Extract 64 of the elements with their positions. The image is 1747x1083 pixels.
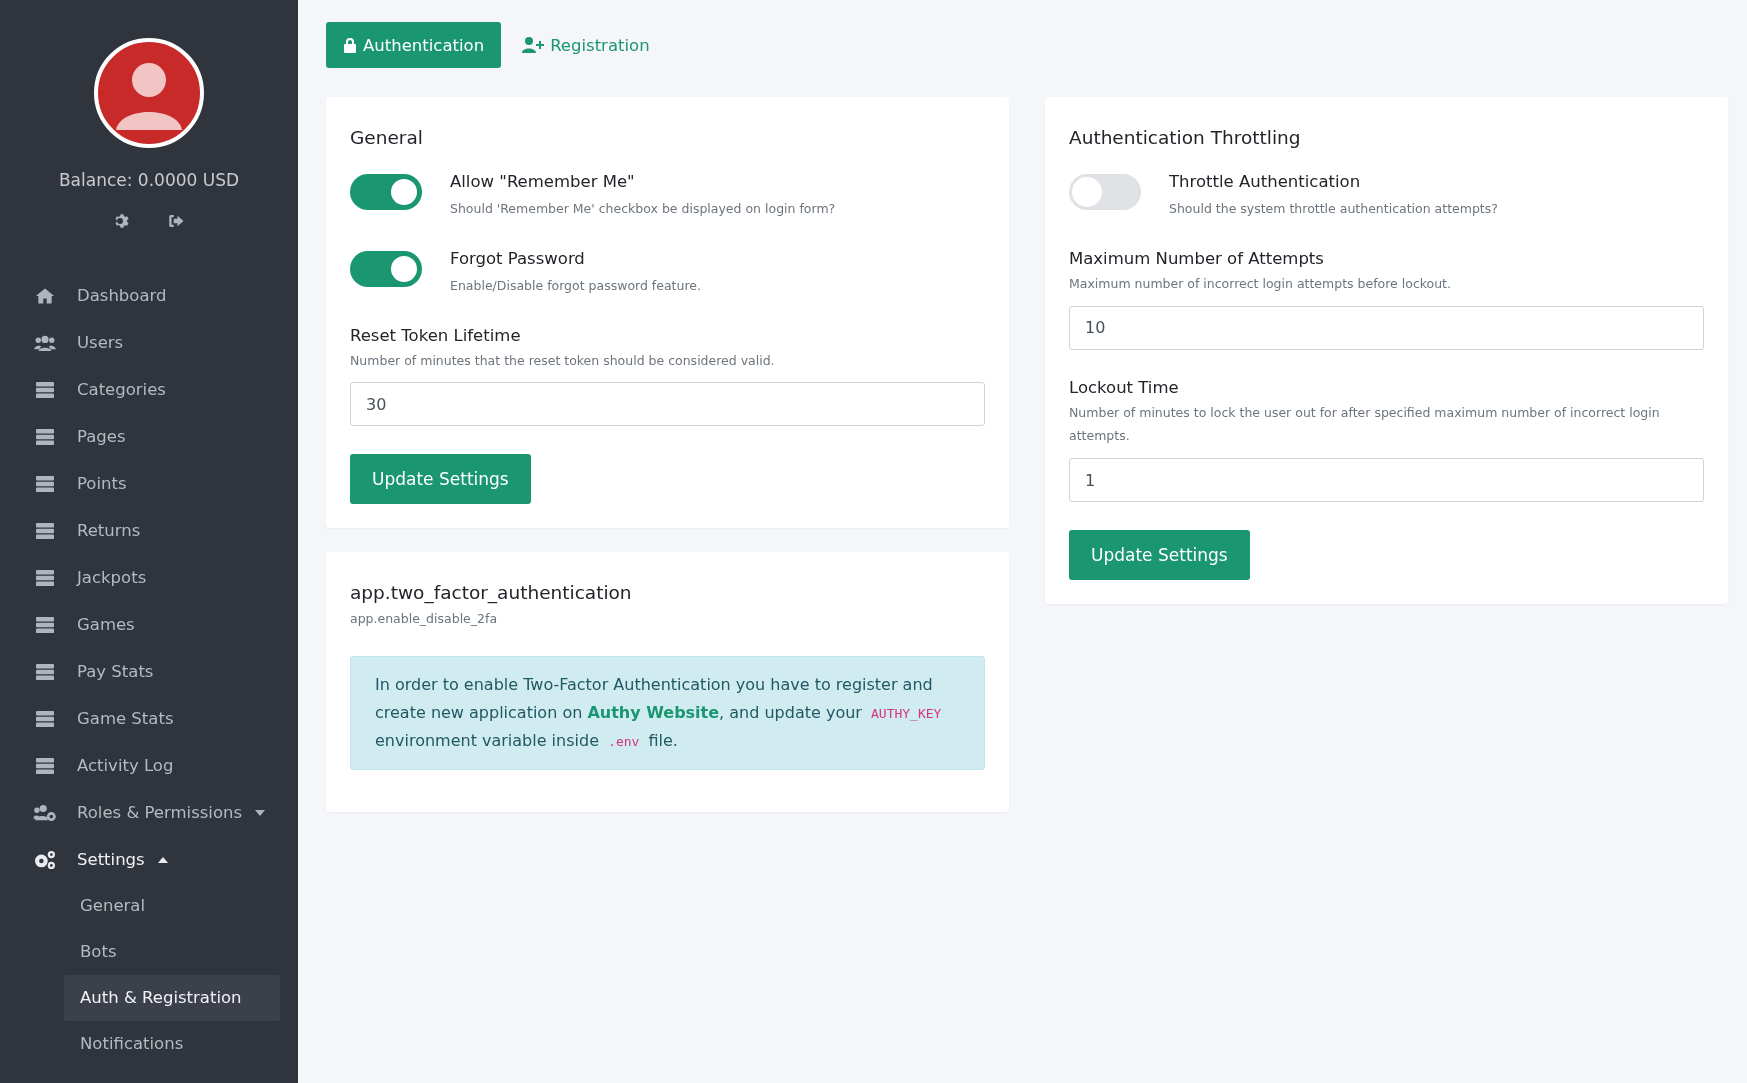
nav-item[interactable]: Categories — [33, 366, 166, 413]
input-field[interactable]: 30 — [350, 382, 985, 427]
server-icon — [33, 662, 57, 681]
nav-item[interactable]: Pay Stats — [33, 648, 154, 695]
nav-item[interactable]: Points — [33, 460, 127, 507]
toggle-hint: Enable/Disable forgot password feature. — [450, 276, 701, 295]
lock-icon — [343, 37, 357, 53]
toggle-switch[interactable] — [350, 174, 422, 210]
nav-item[interactable]: Games — [33, 601, 135, 648]
update-settings-button[interactable]: Update Settings — [350, 454, 531, 505]
field-label: Reset Token Lifetime — [350, 325, 522, 345]
server-icon — [33, 521, 57, 540]
server-icon — [33, 756, 57, 775]
nav-item[interactable]: Settings — [33, 836, 169, 883]
toggle-switch[interactable] — [1069, 174, 1141, 210]
users-icon — [33, 333, 57, 352]
logout-icon[interactable] — [167, 212, 185, 230]
card-title: app.two_factor_authentication — [350, 582, 633, 604]
tab[interactable]: Authentication — [326, 22, 502, 68]
server-icon — [33, 474, 57, 493]
toggle-label: Allow "Remember Me" — [450, 172, 636, 191]
nav-item[interactable]: Dashboard — [33, 272, 167, 319]
tab[interactable]: Registration — [505, 22, 667, 68]
toggle-switch[interactable] — [350, 250, 422, 287]
avatar-icon[interactable] — [94, 38, 204, 148]
caret-up-icon — [156, 855, 169, 864]
users-gear-icon — [33, 803, 57, 822]
nav-item[interactable]: Game Stats — [33, 695, 174, 742]
server-icon — [33, 568, 57, 587]
card-title: General — [350, 127, 424, 148]
submenu-item[interactable]: Bots — [64, 929, 280, 975]
field-label: Lockout Time — [1069, 377, 1180, 397]
toggle-hint: Should 'Remember Me' checkbox be displayed on login form? — [450, 200, 836, 218]
update-settings-button[interactable]: Update Settings — [1069, 530, 1250, 580]
server-icon — [33, 709, 57, 728]
submenu-item[interactable]: Auth & Registration — [64, 975, 280, 1021]
field-hint: Number of minutes to lock the user out for after specified maximum number of incorrect login attempts. — [1069, 403, 1661, 446]
user-plus-icon — [522, 37, 545, 53]
nav-item[interactable]: Jackpots — [33, 554, 147, 601]
caret-down-icon — [254, 808, 267, 817]
settings-icon[interactable] — [113, 212, 131, 230]
toggle-label: Throttle Authentication — [1169, 172, 1362, 191]
server-icon — [33, 615, 57, 634]
input-field[interactable]: 10 — [1069, 305, 1704, 350]
field-label: Maximum Number of Attempts — [1069, 248, 1325, 268]
nav-item[interactable]: Roles & Permissions — [33, 789, 267, 836]
submenu-item[interactable]: General — [64, 883, 280, 929]
nav-item[interactable]: Returns — [33, 507, 141, 554]
server-icon — [33, 427, 57, 446]
input-field[interactable]: 1 — [1069, 458, 1704, 502]
nav-item[interactable]: Activity Log — [33, 742, 174, 789]
alert-text: In order to enable Two-Factor Authentication you have to register and create new application on Authy Website, and update your AUTHY_KEY environment variable inside .env file. — [375, 674, 943, 753]
gears-icon — [33, 849, 57, 870]
nav-item[interactable]: Pages — [33, 413, 126, 460]
card-title: Authentication Throttling — [1069, 127, 1302, 148]
balance-text: Balance: 0.0000 USD — [58, 170, 240, 190]
submenu-item[interactable]: Notifications — [64, 1021, 280, 1067]
field-hint: Maximum number of incorrect login attempts before lockout. — [1069, 274, 1452, 293]
toggle-hint: Should the system throttle authentication attempts? — [1169, 200, 1498, 218]
card-subtitle: app.enable_disable_2fa — [350, 611, 499, 627]
field-hint: Number of minutes that the reset token should be considered valid. — [350, 351, 776, 370]
nav-item[interactable]: Users — [33, 319, 124, 366]
server-icon — [33, 380, 57, 399]
toggle-label: Forgot Password — [450, 248, 586, 268]
